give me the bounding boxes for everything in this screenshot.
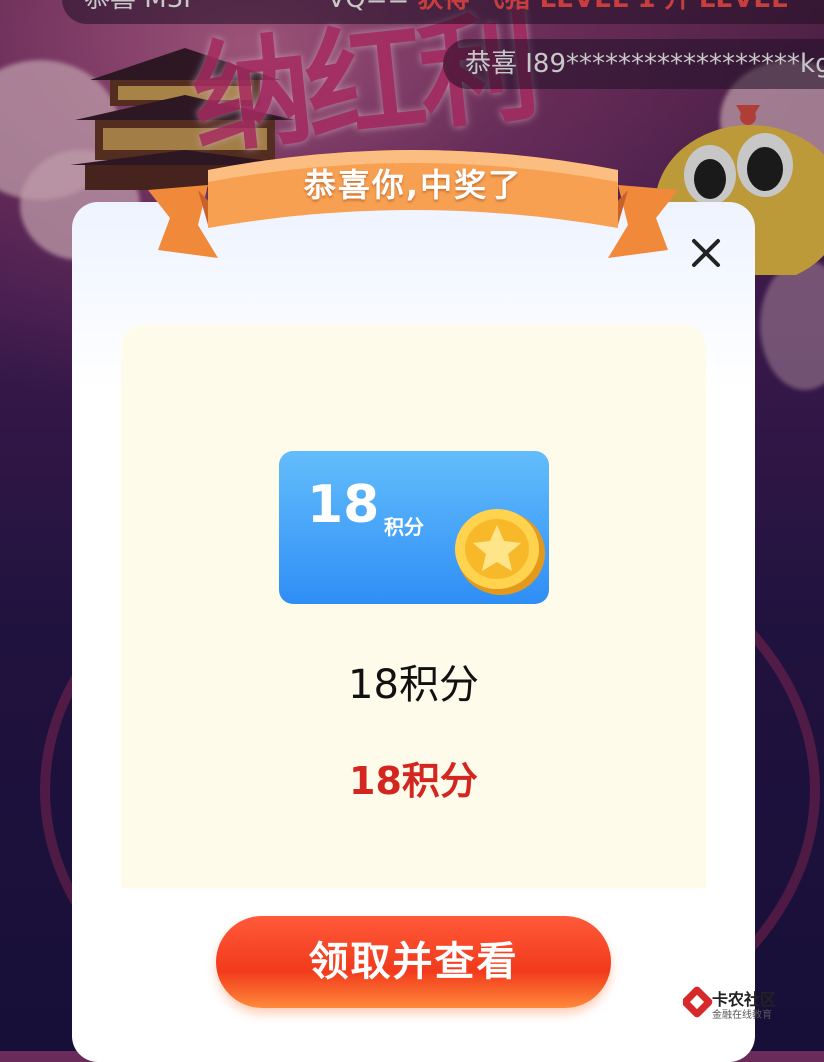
points-card-unit: 积分 <box>384 515 424 539</box>
points-card: 18 积分 <box>279 451 549 604</box>
prize-value: 18积分 <box>349 759 478 803</box>
points-card-amount: 18 <box>307 475 380 535</box>
gold-coin-icon <box>455 509 545 595</box>
close-icon[interactable] <box>684 231 728 275</box>
claim-and-view-button[interactable]: 领取并查看 <box>216 916 611 1008</box>
ribbon-title: 恭喜你,中奖了 <box>303 166 523 204</box>
prize-name: 18积分 <box>348 662 479 708</box>
watermark-subtitle: 金融在线教育 <box>712 1010 772 1021</box>
